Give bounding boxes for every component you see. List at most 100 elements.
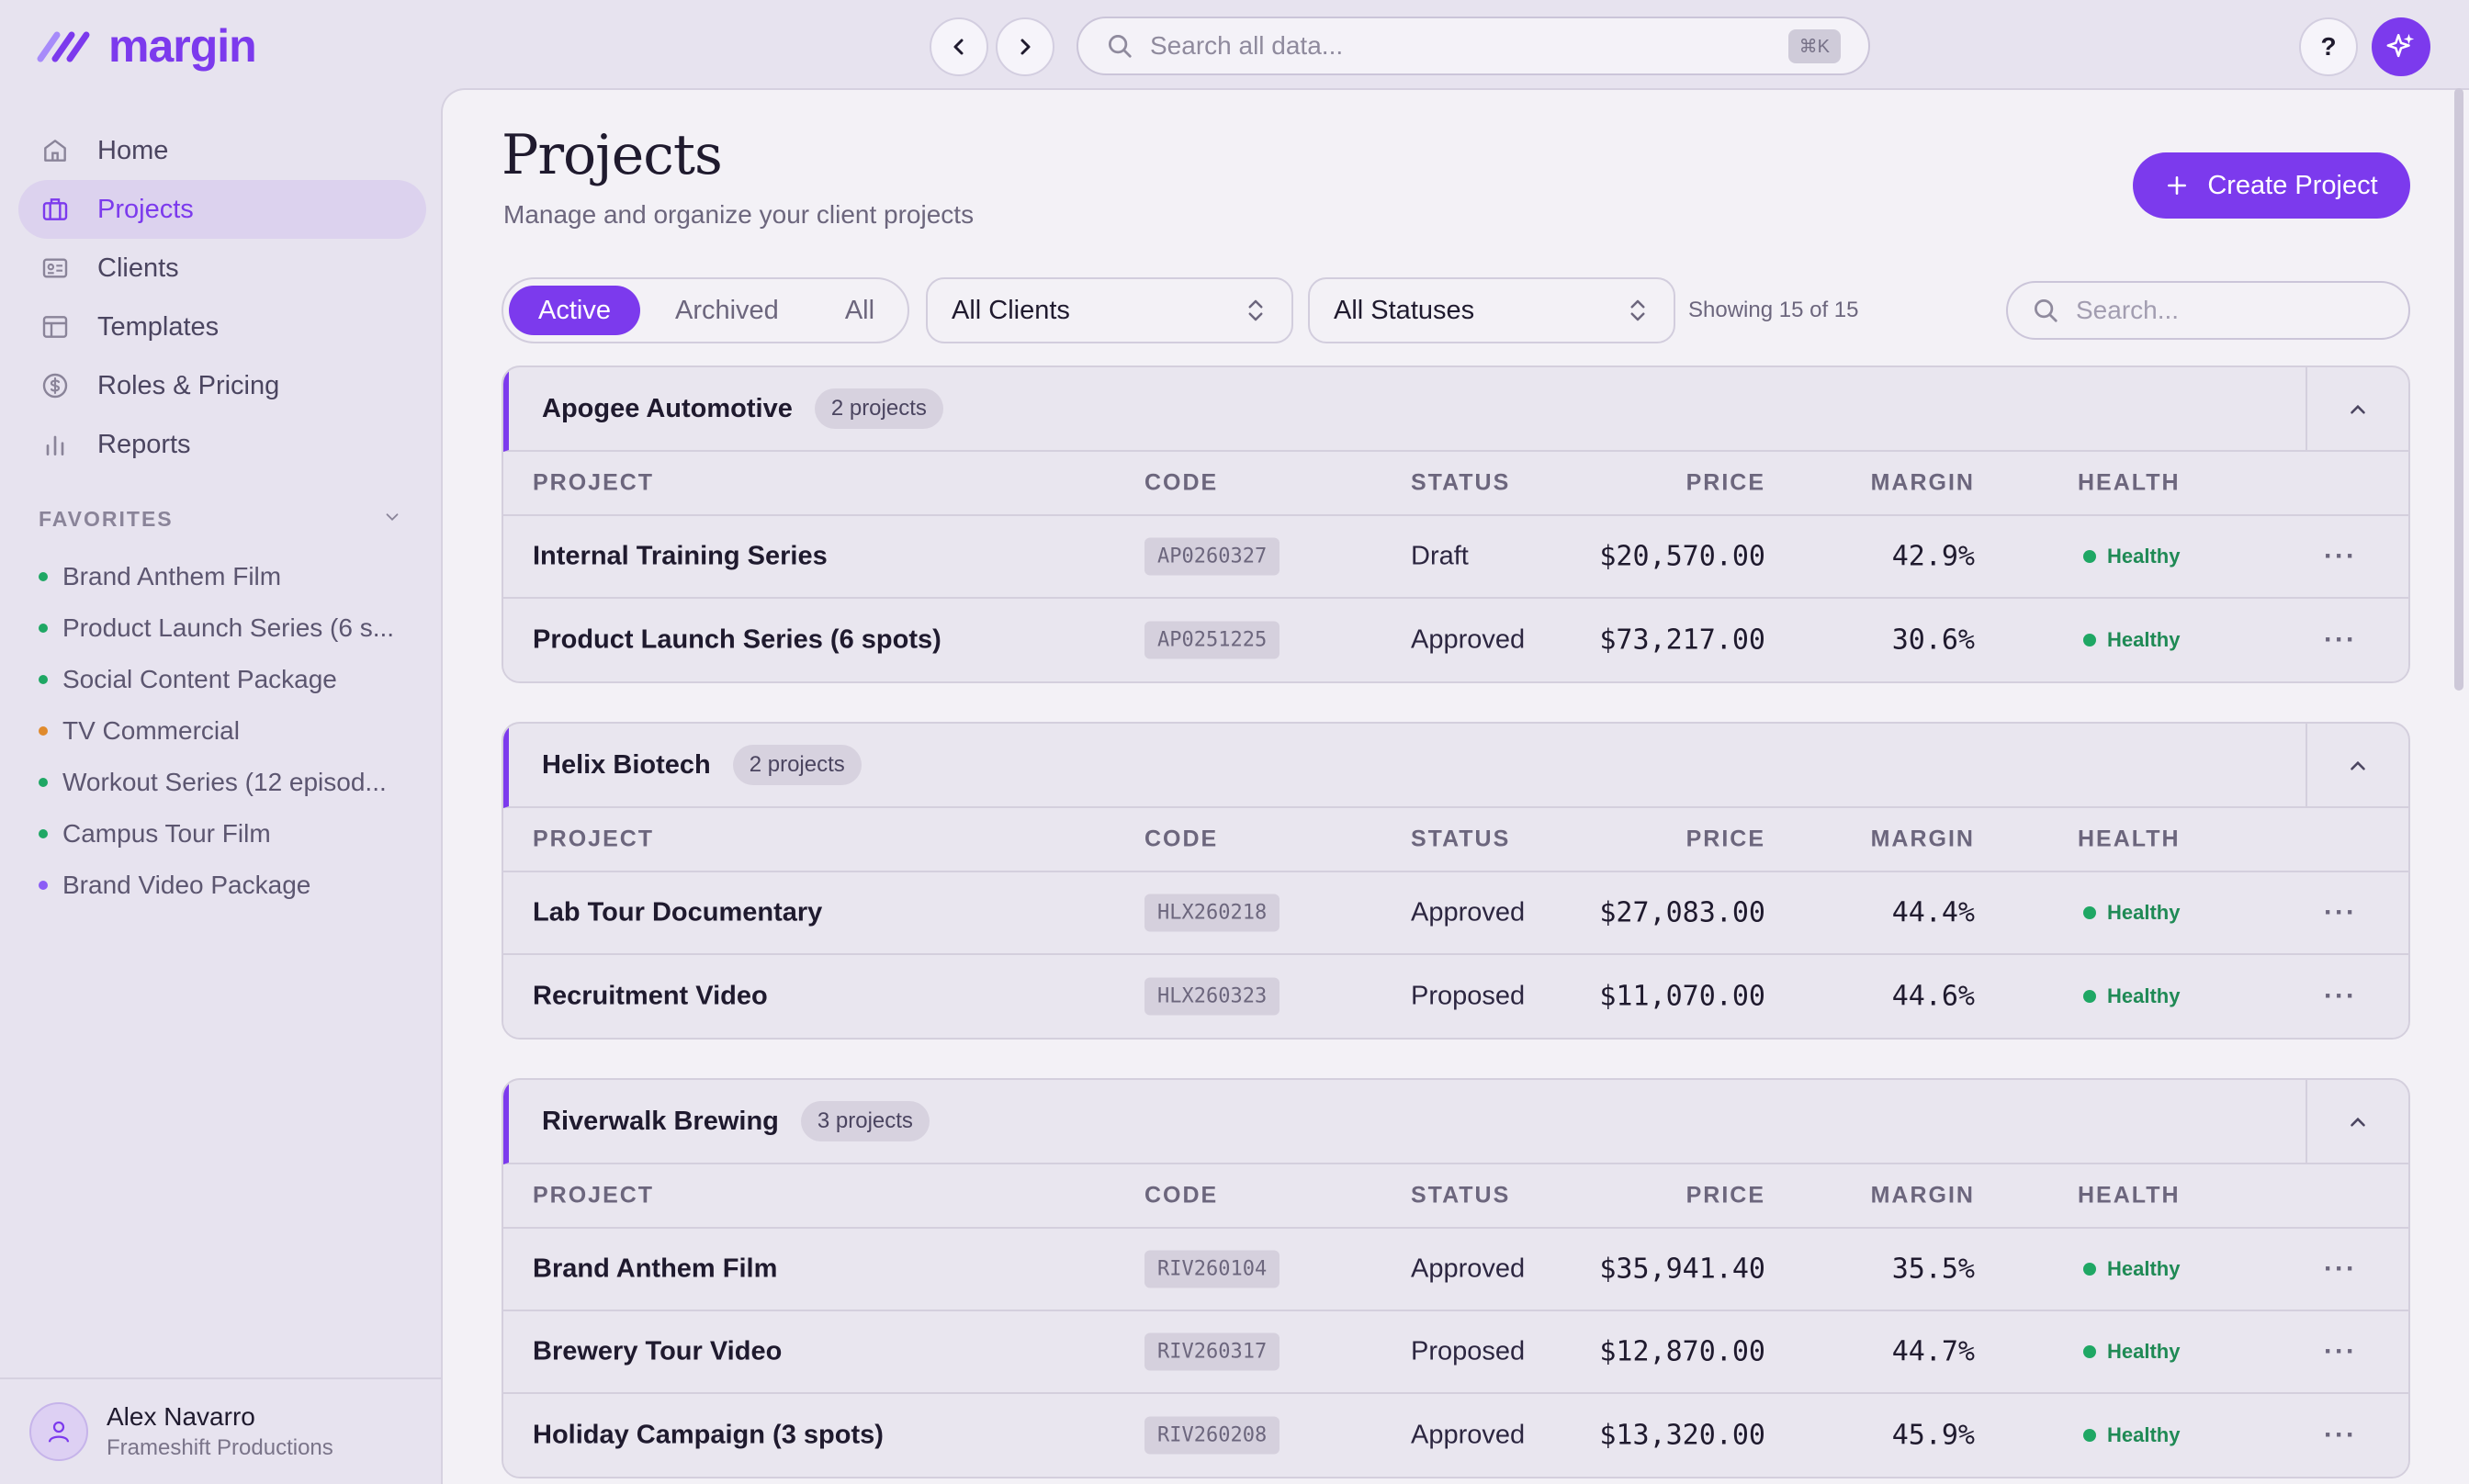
group-header[interactable]: Helix Biotech 2 projects bbox=[503, 724, 2408, 808]
group-header[interactable]: Riverwalk Brewing 3 projects bbox=[503, 1080, 2408, 1164]
sidebar-item-templates[interactable]: Templates bbox=[18, 298, 426, 356]
health-badge: Healthy bbox=[2083, 1423, 2180, 1447]
create-project-label: Create Project bbox=[2207, 170, 2378, 200]
project-margin: 44.6% bbox=[1891, 980, 1975, 1013]
tab-all[interactable]: All bbox=[814, 286, 906, 335]
project-status: Proposed bbox=[1411, 1336, 1526, 1366]
status-select[interactable]: All Statuses bbox=[1308, 277, 1675, 343]
more-options-icon[interactable]: ··· bbox=[2324, 541, 2357, 572]
project-name[interactable]: Lab Tour Documentary bbox=[533, 898, 822, 928]
favorite-item[interactable]: Brand Anthem Film bbox=[39, 558, 424, 595]
project-name[interactable]: Product Launch Series (6 spots) bbox=[533, 625, 941, 656]
user-profile[interactable]: Alex Navarro Frameshift Productions bbox=[0, 1377, 441, 1484]
favorite-label: Social Content Package bbox=[62, 665, 337, 693]
table-row[interactable]: Product Launch Series (6 spots) AP025122… bbox=[503, 599, 2408, 681]
help-label: ? bbox=[2320, 32, 2337, 61]
project-name[interactable]: Brewery Tour Video bbox=[533, 1337, 782, 1367]
favorite-item[interactable]: Brand Video Package bbox=[39, 867, 424, 904]
table-header: PROJECT CODE STATUS PRICE MARGIN HEALTH bbox=[503, 808, 2408, 872]
project-status: Approved bbox=[1411, 624, 1526, 655]
ai-assistant-button[interactable] bbox=[2372, 17, 2430, 76]
tab-archived[interactable]: Archived bbox=[644, 286, 810, 335]
project-name[interactable]: Holiday Campaign (3 spots) bbox=[533, 1421, 884, 1451]
create-project-button[interactable]: Create Project bbox=[2133, 152, 2410, 219]
health-badge: Healthy bbox=[2083, 628, 2180, 652]
back-button[interactable] bbox=[930, 17, 988, 76]
health-label: Healthy bbox=[2107, 628, 2181, 651]
health-badge: Healthy bbox=[2083, 984, 2180, 1008]
client-select[interactable]: All Clients bbox=[926, 277, 1293, 343]
favorite-item[interactable]: TV Commercial bbox=[39, 713, 424, 749]
search-icon bbox=[2035, 299, 2058, 322]
more-options-icon[interactable]: ··· bbox=[2324, 1336, 2357, 1367]
status-dot bbox=[39, 778, 48, 787]
plus-icon bbox=[2168, 176, 2187, 195]
favorite-label: TV Commercial bbox=[62, 716, 240, 745]
global-search-input[interactable] bbox=[1150, 31, 1772, 61]
table-row[interactable]: Brand Anthem Film RIV260104 Approved $35… bbox=[503, 1229, 2408, 1311]
project-code: AP0251225 bbox=[1144, 621, 1280, 659]
column-project: PROJECT bbox=[533, 1182, 655, 1209]
project-code: RIV260104 bbox=[1144, 1250, 1280, 1288]
chevron-up-icon bbox=[2351, 1117, 2365, 1127]
table-row[interactable]: Holiday Campaign (3 spots) RIV260208 App… bbox=[503, 1394, 2408, 1477]
more-options-icon[interactable]: ··· bbox=[2324, 981, 2357, 1012]
help-button[interactable]: ? bbox=[2299, 17, 2358, 76]
more-options-icon[interactable]: ··· bbox=[2324, 624, 2357, 656]
collapse-button[interactable] bbox=[2306, 1080, 2408, 1164]
dollar-circle-icon bbox=[42, 373, 68, 399]
health-badge: Healthy bbox=[2083, 901, 2180, 925]
favorite-item[interactable]: Campus Tour Film bbox=[39, 815, 424, 852]
sidebar-item-clients[interactable]: Clients bbox=[18, 239, 426, 298]
forward-button[interactable] bbox=[996, 17, 1054, 76]
table-row[interactable]: Lab Tour Documentary HLX260218 Approved … bbox=[503, 872, 2408, 955]
favorite-item[interactable]: Workout Series (12 episod... bbox=[39, 764, 424, 801]
favorite-item[interactable]: Product Launch Series (6 s... bbox=[39, 610, 424, 646]
favorite-item[interactable]: Social Content Package bbox=[39, 661, 424, 698]
collapse-button[interactable] bbox=[2306, 724, 2408, 808]
column-price: PRICE bbox=[1685, 469, 1765, 496]
group-header[interactable]: Apogee Automotive 2 projects bbox=[503, 367, 2408, 452]
project-status: Draft bbox=[1411, 541, 1469, 571]
health-dot bbox=[2083, 634, 2096, 646]
chevron-up-icon bbox=[2351, 404, 2365, 414]
sidebar-item-reports[interactable]: Reports bbox=[18, 415, 426, 474]
favorite-label: Workout Series (12 episod... bbox=[62, 768, 387, 796]
table-row[interactable]: Brewery Tour Video RIV260317 Proposed $1… bbox=[503, 1311, 2408, 1394]
sidebar-item-projects[interactable]: Projects bbox=[18, 180, 426, 239]
chevron-right-icon bbox=[1020, 39, 1031, 55]
column-margin: MARGIN bbox=[1870, 826, 1975, 852]
project-code: HLX260323 bbox=[1144, 977, 1280, 1016]
sidebar-item-roles-pricing[interactable]: Roles & Pricing bbox=[18, 356, 426, 415]
column-health: HEALTH bbox=[2078, 469, 2181, 496]
health-label: Healthy bbox=[2107, 1340, 2181, 1363]
favorite-label: Campus Tour Film bbox=[62, 819, 271, 848]
layout-icon bbox=[42, 316, 68, 338]
collapse-button[interactable] bbox=[2306, 367, 2408, 452]
project-margin: 44.7% bbox=[1891, 1335, 1975, 1368]
status-dot bbox=[39, 726, 48, 736]
more-options-icon[interactable]: ··· bbox=[2324, 897, 2357, 928]
client-group: Riverwalk Brewing 3 projects PROJECT COD… bbox=[502, 1078, 2410, 1478]
table-row[interactable]: Recruitment Video HLX260323 Proposed $11… bbox=[503, 955, 2408, 1038]
group-name: Riverwalk Brewing bbox=[542, 1106, 779, 1136]
more-options-icon[interactable]: ··· bbox=[2324, 1420, 2357, 1451]
project-name[interactable]: Internal Training Series bbox=[533, 542, 828, 572]
project-search[interactable] bbox=[2006, 281, 2410, 340]
status-dot bbox=[39, 624, 48, 633]
main-scrollbar[interactable] bbox=[2454, 88, 2463, 691]
health-label: Healthy bbox=[2107, 984, 2181, 1007]
more-options-icon[interactable]: ··· bbox=[2324, 1254, 2357, 1285]
app-logo[interactable]: margin bbox=[37, 20, 257, 72]
project-search-input[interactable] bbox=[2076, 296, 2408, 325]
table-row[interactable]: Internal Training Series AP0260327 Draft… bbox=[503, 516, 2408, 599]
sidebar-item-home[interactable]: Home bbox=[18, 121, 426, 180]
global-search[interactable]: ⌘K bbox=[1077, 17, 1870, 75]
chevron-down-icon[interactable] bbox=[382, 507, 402, 527]
health-label: Healthy bbox=[2107, 1257, 2181, 1280]
tab-active[interactable]: Active bbox=[509, 286, 640, 335]
project-name[interactable]: Recruitment Video bbox=[533, 982, 768, 1012]
project-name[interactable]: Brand Anthem Film bbox=[533, 1254, 777, 1285]
group-name: Apogee Automotive bbox=[542, 393, 793, 423]
archive-filter-tabs: Active Archived All bbox=[502, 277, 909, 343]
